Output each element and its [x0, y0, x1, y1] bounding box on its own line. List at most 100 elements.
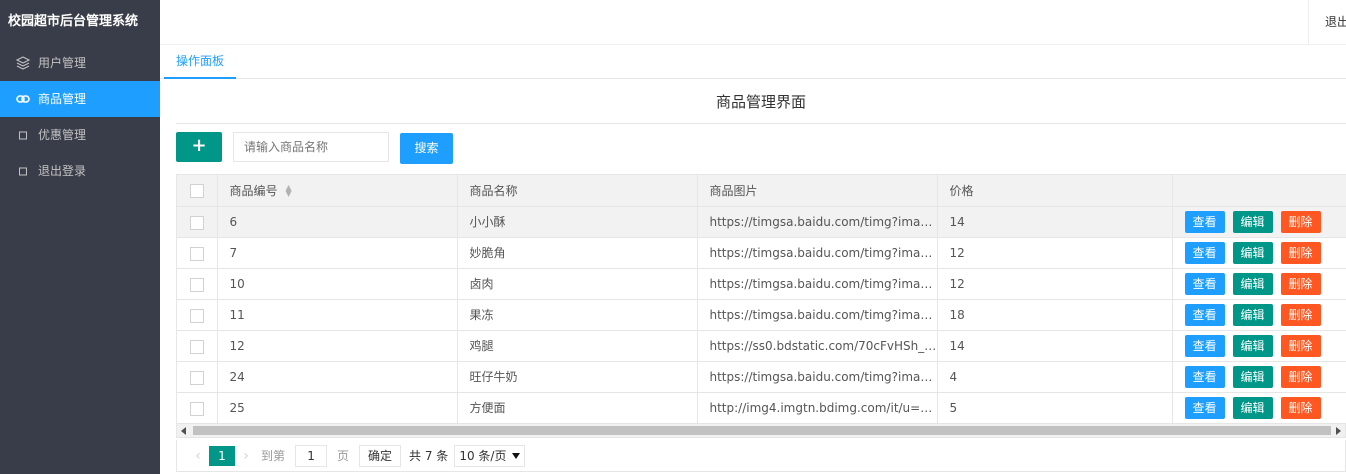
next-page-icon[interactable]: ›	[235, 448, 257, 464]
product-table: 商品编号 ▲ ▼ 商品名称 商品图片 价格 6 小小酥 https://timgsa.b…	[176, 174, 1346, 424]
scroll-right-icon[interactable]	[1336, 427, 1341, 435]
horizontal-scrollbar[interactable]	[176, 424, 1346, 438]
cell-image: https://timgsa.baidu.com/timg?image…	[697, 237, 938, 269]
delete-button[interactable]: 删除	[1280, 396, 1321, 419]
scroll-thumb[interactable]	[193, 426, 1331, 435]
table-row: 11 果冻 https://timgsa.baidu.com/timg?image……	[177, 299, 1346, 331]
cell-image: https://timgsa.baidu.com/timg?image…	[697, 206, 938, 238]
edit-button[interactable]: 编辑	[1232, 241, 1273, 264]
view-button[interactable]: 查看	[1184, 241, 1225, 264]
cell-name: 方便面	[457, 392, 698, 423]
row-checkbox[interactable]	[189, 246, 204, 261]
cell-name: 旺仔牛奶	[457, 361, 698, 393]
square-icon	[16, 164, 30, 178]
cell-id: 25	[217, 392, 458, 423]
edit-button[interactable]: 编辑	[1232, 334, 1273, 357]
row-checkbox[interactable]	[189, 215, 204, 230]
tab-bar: 操作面板	[160, 46, 1346, 79]
tab-operation-panel[interactable]: 操作面板	[164, 46, 236, 79]
cell-id: 10	[217, 268, 458, 300]
view-button[interactable]: 查看	[1184, 303, 1225, 326]
sidebar-item-logout[interactable]: 退出登录	[0, 153, 160, 189]
cell-actions: 查看 编辑 删除	[1171, 361, 1346, 393]
cell-id: 11	[217, 299, 458, 331]
delete-button[interactable]: 删除	[1280, 334, 1321, 357]
row-checkbox[interactable]	[189, 339, 204, 354]
table-row: 25 方便面 http://img4.imgtn.bdimg.com/it/u=79…	[177, 392, 1346, 423]
cell-name: 鸡腿	[457, 330, 698, 362]
row-checkbox[interactable]	[189, 308, 204, 323]
edit-button[interactable]: 编辑	[1232, 303, 1273, 326]
select-all-checkbox[interactable]	[189, 184, 204, 199]
pagination: ‹ 1 › 到第 1 页 确定 共 7 条 10 条/页	[176, 440, 1346, 472]
cell-price: 14	[937, 330, 1173, 362]
delete-button[interactable]: 删除	[1280, 210, 1321, 233]
column-header-id[interactable]: 商品编号 ▲ ▼	[217, 175, 458, 207]
sidebar-item-products[interactable]: 商品管理	[0, 81, 160, 117]
edit-button[interactable]: 编辑	[1232, 365, 1273, 388]
view-button[interactable]: 查看	[1184, 396, 1225, 419]
page-size-select[interactable]: 10 条/页	[454, 444, 526, 467]
cell-id: 7	[217, 237, 458, 269]
column-header-price: 价格	[937, 175, 1173, 207]
title-divider	[176, 123, 1346, 124]
cell-name: 卤肉	[457, 268, 698, 300]
view-button[interactable]: 查看	[1184, 334, 1225, 357]
row-checkbox[interactable]	[189, 401, 204, 416]
goto-confirm-button[interactable]: 确定	[359, 444, 402, 467]
view-button[interactable]: 查看	[1184, 272, 1225, 295]
add-product-button[interactable]: +	[176, 132, 222, 162]
column-header-name: 商品名称	[457, 175, 698, 207]
cell-id: 24	[217, 361, 458, 393]
edit-button[interactable]: 编辑	[1232, 272, 1273, 295]
current-page[interactable]: 1	[209, 445, 235, 466]
cell-price: 4	[937, 361, 1173, 393]
sidebar-item-discounts[interactable]: 优惠管理	[0, 117, 160, 153]
sidebar-item-label: 优惠管理	[38, 128, 87, 142]
square-icon	[16, 128, 30, 142]
search-input[interactable]	[233, 132, 389, 162]
layers-icon	[16, 56, 30, 70]
row-select-cell	[177, 237, 218, 269]
cell-name: 妙脆角	[457, 237, 698, 269]
cell-image: https://timgsa.baidu.com/timg?image…	[697, 268, 938, 300]
delete-button[interactable]: 删除	[1280, 241, 1321, 264]
search-button[interactable]: 搜索	[400, 133, 453, 164]
select-all-cell	[177, 175, 218, 207]
row-select-cell	[177, 361, 218, 393]
link-icon	[16, 92, 30, 106]
sidebar-item-users[interactable]: 用户管理	[0, 45, 160, 81]
sidebar: 校园超市后台管理系统 用户管理 商品管理 优惠管理 退出登录	[0, 0, 160, 474]
prev-page-icon[interactable]: ‹	[187, 448, 209, 464]
cell-image: http://img4.imgtn.bdimg.com/it/u=799…	[697, 392, 938, 423]
cell-price: 14	[937, 206, 1173, 238]
delete-button[interactable]: 删除	[1280, 365, 1321, 388]
row-select-cell	[177, 299, 218, 331]
scroll-left-icon[interactable]	[181, 427, 186, 435]
delete-button[interactable]: 删除	[1280, 303, 1321, 326]
goto-suffix: 页	[337, 449, 350, 463]
view-button[interactable]: 查看	[1184, 210, 1225, 233]
sort-icon[interactable]: ▲ ▼	[286, 184, 292, 198]
sidebar-item-label: 商品管理	[38, 92, 87, 106]
goto-page-input[interactable]: 1	[295, 444, 328, 467]
edit-button[interactable]: 编辑	[1232, 396, 1273, 419]
delete-button[interactable]: 删除	[1280, 272, 1321, 295]
cell-actions: 查看 编辑 删除	[1171, 392, 1346, 423]
row-select-cell	[177, 330, 218, 362]
cell-actions: 查看 编辑 删除	[1171, 299, 1346, 331]
row-checkbox[interactable]	[189, 370, 204, 385]
table-row: 10 卤肉 https://timgsa.baidu.com/timg?image……	[177, 268, 1346, 300]
cell-actions: 查看 编辑 删除	[1171, 268, 1346, 300]
row-checkbox[interactable]	[189, 277, 204, 292]
view-button[interactable]: 查看	[1184, 365, 1225, 388]
top-header: 退出	[160, 0, 1346, 45]
row-select-cell	[177, 206, 218, 238]
cell-image: https://ss0.bdstatic.com/70cFvHSh_Q…	[697, 330, 938, 362]
table-header-row: 商品编号 ▲ ▼ 商品名称 商品图片 价格	[177, 175, 1346, 207]
row-select-cell	[177, 392, 218, 423]
cell-price: 18	[937, 299, 1173, 331]
edit-button[interactable]: 编辑	[1232, 210, 1273, 233]
table-row: 24 旺仔牛奶 https://timgsa.baidu.com/timg?imag…	[177, 361, 1346, 393]
logout-link[interactable]: 退出	[1308, 0, 1346, 45]
